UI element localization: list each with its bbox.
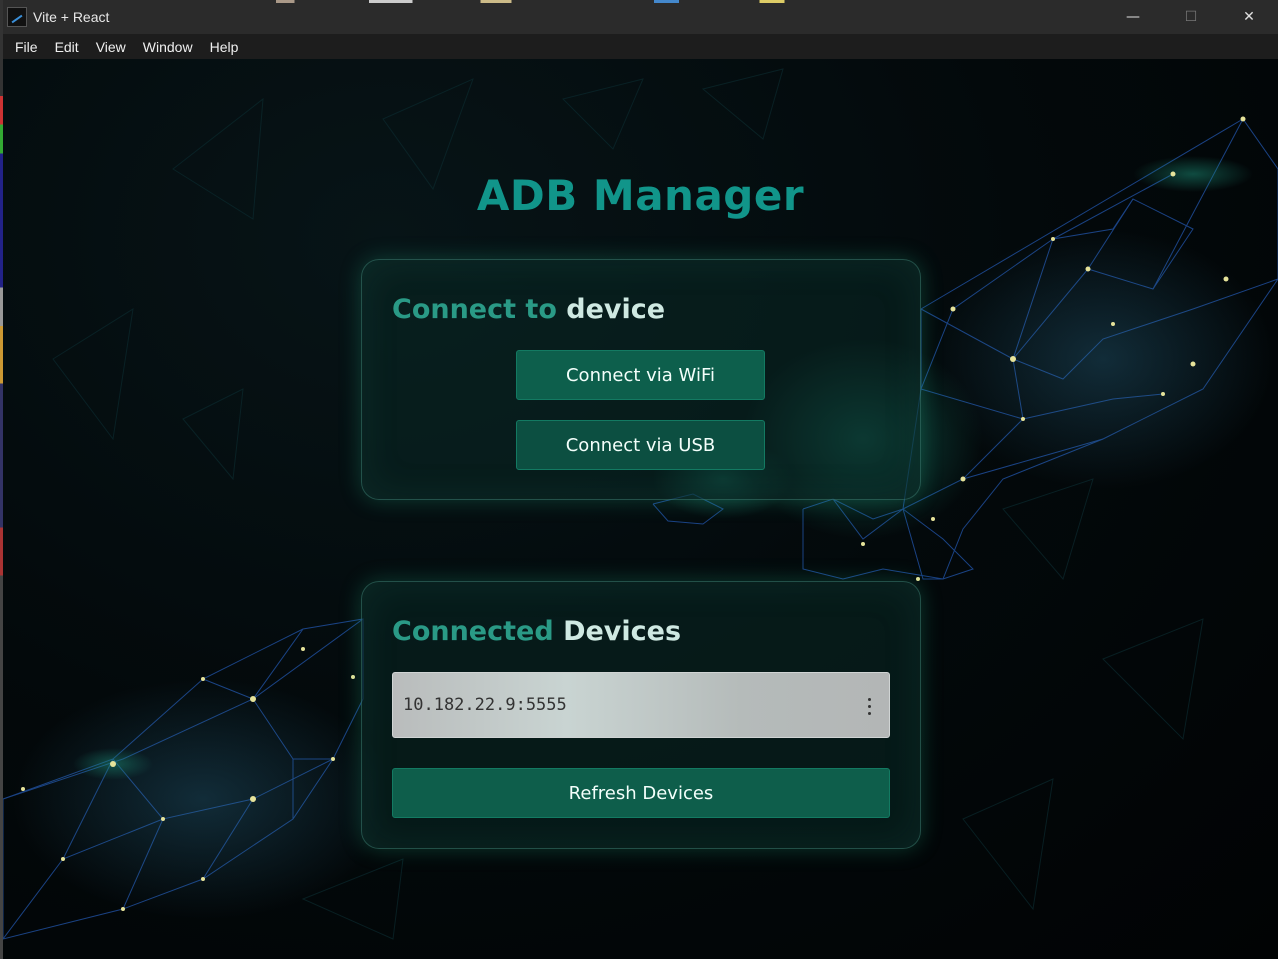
connect-wifi-button[interactable]: Connect via WiFi bbox=[516, 350, 765, 400]
refresh-devices-button[interactable]: Refresh Devices bbox=[392, 768, 890, 818]
heading-word-connected: Connected bbox=[392, 616, 554, 647]
background-thumbnails bbox=[183, 0, 803, 3]
menu-edit[interactable]: Edit bbox=[49, 39, 85, 55]
connect-usb-button[interactable]: Connect via USB bbox=[516, 420, 765, 470]
connect-card-heading: Connect to device bbox=[392, 294, 665, 325]
menu-view[interactable]: View bbox=[90, 39, 132, 55]
app-logo-icon bbox=[7, 7, 27, 27]
devices-card-heading: Connected Devices bbox=[392, 616, 681, 647]
heading-word-devices: Devices bbox=[553, 616, 682, 647]
device-list-item[interactable]: 10.182.22.9:5555 bbox=[392, 672, 890, 738]
heading-word-device: device bbox=[566, 294, 666, 325]
minimize-icon[interactable]: — bbox=[1104, 0, 1162, 34]
app-content: ADB Manager Connect to device Connect vi… bbox=[3, 59, 1278, 959]
app-title: ADB Manager bbox=[476, 171, 805, 220]
menu-bar: File Edit View Window Help bbox=[3, 34, 1278, 59]
connected-devices-card: Connected Devices 10.182.22.9:5555 Refre… bbox=[361, 581, 921, 849]
heading-word-to: to bbox=[516, 294, 567, 325]
device-id: 10.182.22.9:5555 bbox=[403, 695, 567, 715]
window-title: Vite + React bbox=[33, 9, 110, 25]
kebab-menu-icon[interactable] bbox=[859, 691, 879, 721]
menu-file[interactable]: File bbox=[9, 39, 44, 55]
window-controls: — ☐ ✕ bbox=[1104, 0, 1278, 34]
close-icon[interactable]: ✕ bbox=[1220, 0, 1278, 34]
connect-card: Connect to device Connect via WiFi Conne… bbox=[361, 259, 921, 500]
menu-window[interactable]: Window bbox=[137, 39, 199, 55]
heading-word-connect: Connect bbox=[392, 294, 517, 325]
menu-help[interactable]: Help bbox=[204, 39, 245, 55]
window-titlebar[interactable]: Vite + React — ☐ ✕ bbox=[3, 0, 1278, 34]
maximize-icon[interactable]: ☐ bbox=[1162, 0, 1220, 34]
